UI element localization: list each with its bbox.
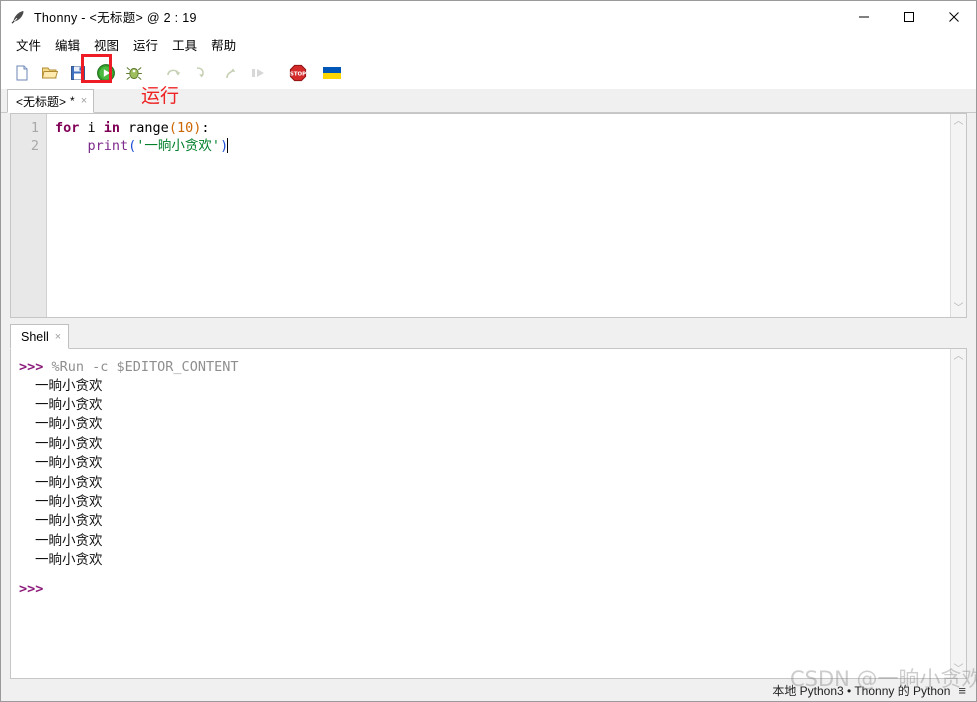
close-button[interactable] — [931, 1, 976, 32]
variable-i: i — [79, 120, 104, 136]
shell-spacer — [19, 571, 950, 580]
scroll-up-arrow-icon[interactable]: ︿ — [954, 352, 964, 362]
shell-input-line[interactable]: >>> — [19, 580, 950, 599]
string-literal: '一晌小贪欢' — [136, 138, 221, 154]
step-into-icon[interactable] — [189, 60, 215, 86]
shell-output-line: 一晌小贪欢 — [35, 435, 103, 452]
resume-icon[interactable] — [245, 60, 271, 86]
svg-text:STOP: STOP — [290, 71, 306, 77]
editor-tab-untitled[interactable]: <无标题> * × — [7, 89, 95, 113]
shell-final-prompt: >>> — [19, 580, 44, 597]
code-editor[interactable]: 1 2 for i in range(10): print('一晌小贪欢') ︿… — [10, 113, 967, 318]
shell-vertical-scrollbar[interactable]: ︿ ﹀ — [950, 349, 966, 678]
shell-output-line: 一晌小贪欢 — [35, 396, 103, 413]
menu-view[interactable]: 视图 — [87, 33, 126, 56]
minimize-button[interactable] — [841, 1, 886, 32]
menu-tools[interactable]: 工具 — [165, 33, 204, 56]
shell-output-line: 一晌小贪欢 — [35, 532, 103, 549]
menu-bar: 文件 编辑 视图 运行 工具 帮助 — [1, 32, 976, 56]
hamburger-menu-icon[interactable]: ≡ — [958, 683, 966, 698]
keyword-for: for — [55, 120, 80, 136]
scroll-up-arrow-icon[interactable]: ︿ — [954, 117, 964, 127]
open-paren-1: ( — [168, 120, 177, 136]
number-10: 10 — [176, 120, 194, 136]
shell-output-line: 一晌小贪欢 — [35, 552, 103, 569]
ukraine-flag-icon[interactable] — [319, 60, 345, 86]
save-file-icon[interactable] — [65, 60, 91, 86]
editor-tab-label: <无标题> — [16, 94, 67, 109]
shell-output-line: 一晌小贪欢 — [35, 474, 103, 491]
shell-output-line: 一晌小贪欢 — [35, 455, 103, 472]
line-number-gutter: 1 2 — [11, 114, 47, 317]
line-number-1: 1 — [30, 120, 39, 136]
menu-edit[interactable]: 编辑 — [48, 33, 87, 56]
shell-panel[interactable]: >>> %Run -c $EDITOR_CONTENT 一晌小贪欢 一晌小贪欢 … — [10, 348, 967, 679]
window-title: Thonny - <无标题> @ 2 : 19 — [34, 11, 197, 25]
maximize-button[interactable] — [886, 1, 931, 32]
shell-tab-close-icon[interactable]: × — [55, 331, 61, 343]
interpreter-status[interactable]: 本地 Python3 • Thonny 的 Python — [772, 682, 950, 699]
scroll-down-arrow-icon[interactable]: ﹀ — [954, 304, 964, 314]
run-annotation-label: 运行 — [141, 85, 180, 107]
status-bar: 本地 Python3 • Thonny 的 Python ≡ — [1, 679, 976, 701]
colon-1: : — [201, 120, 210, 136]
window-controls — [841, 1, 976, 32]
shell-output-area[interactable]: >>> %Run -c $EDITOR_CONTENT 一晌小贪欢 一晌小贪欢 … — [11, 349, 950, 678]
menu-help[interactable]: 帮助 — [204, 33, 243, 56]
stop-icon[interactable]: STOP — [285, 60, 311, 86]
run-icon[interactable] — [93, 60, 119, 86]
menu-run[interactable]: 运行 — [126, 33, 165, 56]
code-text-area[interactable]: for i in range(10): print('一晌小贪欢') — [47, 114, 950, 317]
title-bar: Thonny - <无标题> @ 2 : 19 — [1, 1, 976, 32]
thonny-window: Thonny - <无标题> @ 2 : 19 文件 编辑 视图 运行 工具 帮… — [0, 0, 977, 702]
indent-2 — [55, 138, 88, 154]
shell-output-line: 一晌小贪欢 — [35, 416, 103, 433]
text-cursor — [227, 138, 229, 153]
code-line-2: print('一晌小贪欢') — [55, 137, 950, 155]
shell-output-line: 一晌小贪欢 — [35, 493, 103, 510]
open-file-icon[interactable] — [37, 60, 63, 86]
editor-tab-modified-marker: * — [70, 94, 75, 108]
scroll-down-arrow-icon[interactable]: ﹀ — [954, 665, 964, 675]
step-out-icon[interactable] — [217, 60, 243, 86]
shell-prompt: >>> — [19, 359, 44, 375]
line-number-2: 2 — [30, 138, 39, 154]
menu-file[interactable]: 文件 — [9, 33, 48, 56]
code-line-1: for i in range(10): — [55, 119, 950, 137]
feather-quill-icon — [10, 9, 26, 25]
shell-tab-label: Shell — [21, 329, 49, 344]
shell-command-text: %Run -c $EDITOR_CONTENT — [43, 359, 239, 375]
keyword-in: in — [103, 120, 121, 136]
shell-output-line: 一晌小贪欢 — [35, 377, 103, 394]
editor-vertical-scrollbar[interactable]: ︿ ﹀ — [950, 114, 966, 317]
shell-tabstrip: Shell × — [1, 324, 976, 349]
builtin-print: print — [87, 138, 129, 154]
shell-output-line: 一晌小贪欢 — [35, 513, 103, 530]
builtin-range: range — [120, 120, 169, 136]
shell-command-line: >>> %Run -c $EDITOR_CONTENT — [19, 358, 950, 377]
new-file-icon[interactable] — [9, 60, 35, 86]
editor-tab-close-icon[interactable]: × — [81, 95, 87, 107]
shell-tab[interactable]: Shell × — [10, 324, 70, 349]
